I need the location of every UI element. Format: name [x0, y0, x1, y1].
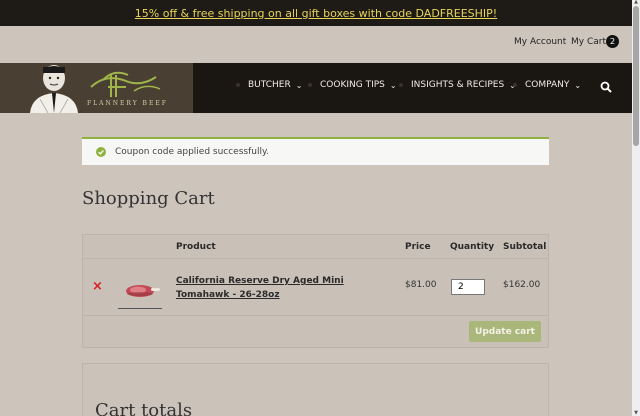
product-thumbnail[interactable] — [118, 273, 162, 309]
nav-item-butcher[interactable]: BUTCHER ⌄ — [236, 80, 302, 90]
nav-item-label: COOKING TIPS — [320, 80, 385, 90]
product-name-link[interactable]: California Reserve Dry Aged Mini Tomahaw… — [176, 274, 386, 302]
page-scrollbar[interactable]: ▲ ▼ — [632, 0, 640, 416]
notice-message: Coupon code applied successfully. — [115, 147, 269, 157]
column-header-product: Product — [176, 242, 216, 252]
founder-portrait-icon — [30, 65, 78, 113]
promo-link[interactable]: 15% off & free shipping on all gift boxe… — [135, 7, 497, 20]
column-header-quantity: Quantity — [450, 242, 495, 252]
main-navbar: FLANNERY BEEF BUTCHER ⌄ COOKING TIPS ⌄ I… — [0, 63, 632, 113]
page-title: Shopping Cart — [82, 188, 215, 209]
scrollbar-thumb[interactable] — [633, 6, 639, 146]
coupon-success-notice: Coupon code applied successfully. — [82, 137, 549, 165]
nav-dot-icon — [399, 83, 403, 87]
nav-dot-icon — [236, 83, 240, 87]
column-header-price: Price — [405, 242, 431, 252]
chevron-down-icon: ⌄ — [574, 80, 582, 90]
table-header: Product Price Quantity Subtotal — [83, 235, 548, 259]
scroll-up-icon[interactable]: ▲ — [633, 0, 639, 5]
nav-item-label: COMPANY — [525, 80, 570, 90]
steak-image-icon — [126, 285, 160, 297]
my-account-link[interactable]: My Account — [514, 37, 566, 47]
chevron-down-icon: ⌄ — [295, 80, 303, 90]
cart-totals-panel: Cart totals — [82, 363, 549, 416]
nav-item-company[interactable]: COMPANY ⌄ — [513, 80, 581, 90]
my-cart-link[interactable]: My Cart — [571, 37, 606, 47]
logo-monogram-icon — [90, 71, 161, 97]
account-bar: My Account My Cart 2 — [0, 26, 632, 63]
cart-count-badge[interactable]: 2 — [606, 35, 619, 48]
scroll-down-icon[interactable]: ▼ — [633, 411, 639, 416]
logo[interactable]: FLANNERY BEEF — [0, 63, 193, 113]
nav-item-label: INSIGHTS & RECIPES — [411, 80, 505, 90]
search-icon[interactable] — [600, 81, 612, 93]
chevron-down-icon: ⌄ — [389, 80, 397, 90]
logo-wordmark: FLANNERY BEEF — [87, 100, 168, 107]
nav-item-cooking-tips[interactable]: COOKING TIPS ⌄ — [308, 80, 397, 90]
update-cart-button[interactable]: Update cart — [469, 321, 541, 342]
remove-item-icon[interactable]: × — [92, 279, 103, 294]
nav-dot-icon — [513, 83, 517, 87]
item-price: $81.00 — [405, 280, 437, 290]
cart-totals-title: Cart totals — [95, 400, 193, 416]
promo-banner: 15% off & free shipping on all gift boxe… — [0, 0, 632, 26]
nav-item-insights-recipes[interactable]: INSIGHTS & RECIPES ⌄ — [399, 80, 516, 90]
table-row: × California Reserve Dry Aged Mini Tomah… — [83, 259, 548, 316]
quantity-input[interactable] — [451, 279, 485, 295]
nav-item-label: BUTCHER — [248, 80, 291, 90]
check-circle-icon — [96, 147, 106, 157]
nav-dot-icon — [308, 83, 312, 87]
cart-table: Product Price Quantity Subtotal × Califo… — [82, 234, 549, 348]
item-subtotal: $162.00 — [503, 280, 541, 290]
column-header-subtotal: Subtotal — [503, 242, 547, 252]
